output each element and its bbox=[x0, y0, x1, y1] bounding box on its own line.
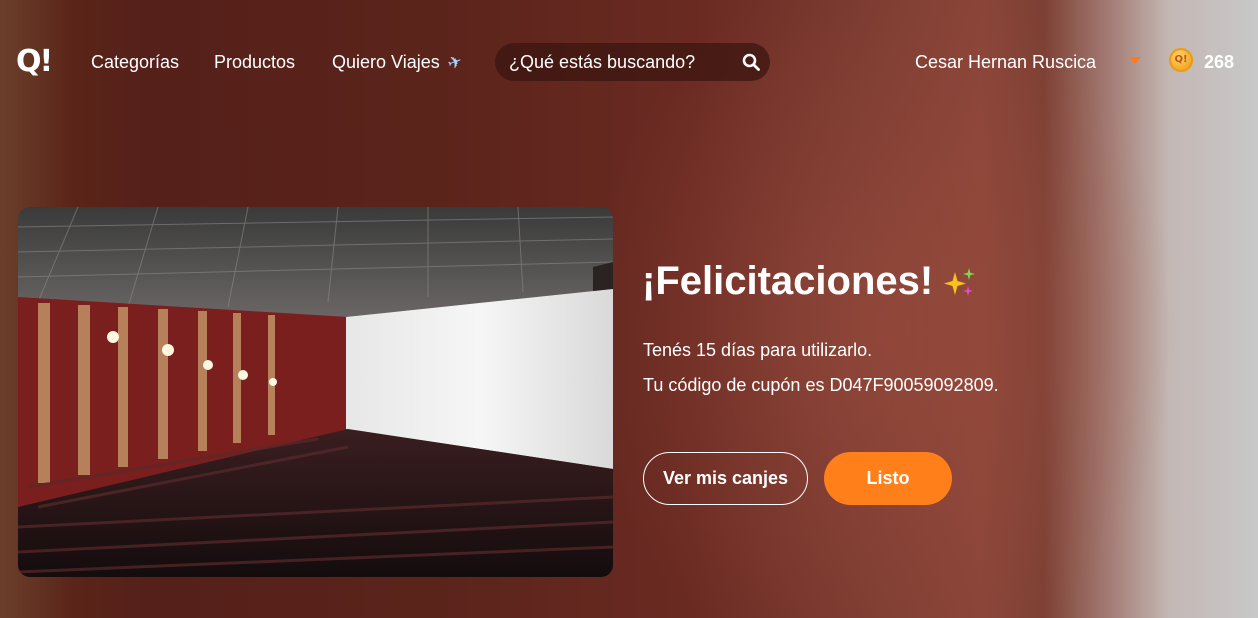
nav-productos[interactable]: Productos bbox=[214, 50, 295, 74]
sparkles-icon bbox=[944, 268, 975, 296]
page-title: ¡Felicitaciones! bbox=[642, 259, 934, 303]
validity-text: Tenés 15 días para utilizarlo. bbox=[643, 340, 873, 360]
site-logo[interactable]: Q! bbox=[16, 44, 54, 80]
caret-down-icon[interactable] bbox=[1129, 57, 1141, 64]
points-balance[interactable]: 268 bbox=[1204, 50, 1234, 74]
cinema-theater-image bbox=[18, 207, 613, 577]
search-bar bbox=[495, 43, 770, 81]
search-icon[interactable] bbox=[742, 53, 760, 71]
top-navigation-bar: Q! Categorías Productos Quiero Viajes✈ C… bbox=[0, 0, 1258, 124]
user-menu-name[interactable]: Cesar Hernan Ruscica bbox=[915, 50, 1096, 74]
coupon-code-text: Tu código de cupón es D047F90059092809. bbox=[643, 375, 999, 395]
view-redemptions-button[interactable]: Ver mis canjes bbox=[643, 452, 808, 505]
search-input[interactable] bbox=[509, 50, 729, 74]
airplane-icon: ✈ bbox=[444, 51, 465, 74]
nav-categorias[interactable]: Categorías bbox=[91, 50, 179, 74]
done-button[interactable]: Listo bbox=[824, 452, 952, 505]
nav-quiero-viajes[interactable]: Quiero Viajes ✈ bbox=[332, 50, 465, 75]
coin-icon: Q! bbox=[1169, 48, 1193, 72]
nav-quiero-viajes-label: Quiero Viajes bbox=[332, 52, 440, 72]
